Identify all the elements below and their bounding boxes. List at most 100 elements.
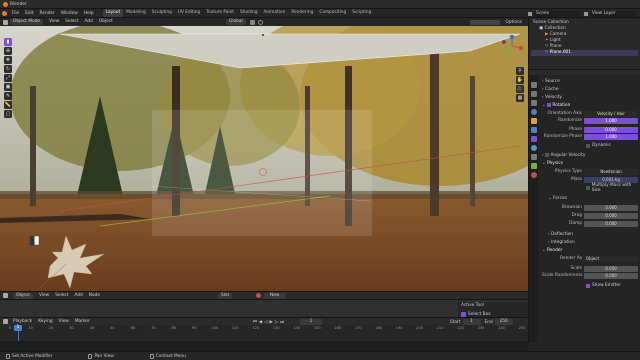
node-menu-add[interactable]: Add [71, 292, 85, 300]
editor-type-icon[interactable] [3, 19, 8, 25]
tab-scripting[interactable]: Scripting [349, 9, 374, 17]
rotate-tool-icon[interactable]: ↻ [4, 65, 12, 73]
viewport-menu-select[interactable]: Select [62, 18, 81, 26]
tab-sculpting[interactable]: Sculpting [149, 9, 175, 17]
select-box-icon[interactable] [461, 311, 466, 317]
outliner-item-plane-001[interactable]: ▽ Plane.001 [531, 50, 638, 56]
node-menu-view[interactable]: View [36, 292, 52, 300]
timeline-editor-icon[interactable] [3, 319, 8, 324]
object-tab-icon[interactable] [530, 118, 537, 124]
orientation-axis-dropdown[interactable]: Velocity / Hair [584, 111, 638, 117]
section-forces[interactable]: ⌄ Forces [542, 195, 638, 203]
node-menu-select[interactable]: Select [52, 292, 71, 300]
section-render[interactable]: ⌄ Render [542, 247, 638, 255]
zoom-icon[interactable]: ⚲ [516, 67, 524, 75]
section-source[interactable]: › Source [542, 78, 638, 86]
node-editor-type-icon[interactable] [3, 293, 8, 298]
section-integration[interactable]: › Integration [542, 239, 638, 247]
view-layer-selector[interactable]: View Layer [590, 10, 636, 17]
render-as-dropdown[interactable]: Object [584, 256, 638, 262]
node-menu-node[interactable]: Node [86, 292, 103, 300]
randomize-field[interactable]: 1.000 [584, 118, 638, 124]
pan-hand-icon[interactable]: ✋ [516, 76, 524, 84]
tab-layout[interactable]: Layout [102, 9, 124, 17]
tab-modeling[interactable]: Modeling [123, 9, 149, 17]
node-editor-canvas[interactable]: Active Tool Select Box [0, 300, 528, 326]
3d-viewport[interactable]: ▮ ⊕ ✥ ↻ ⤢ ▣ ✎ 📏 ▢ ⚲ ✋ 🎥 ▦ [0, 26, 528, 291]
scale-field[interactable]: 0.050 [584, 266, 638, 272]
viewport-shading-icons[interactable] [470, 19, 500, 25]
tab-animation[interactable]: Animation [260, 9, 288, 17]
tab-rendering[interactable]: Rendering [288, 9, 316, 17]
tab-uv-editing[interactable]: UV Editing [175, 9, 203, 17]
annotate-tool-icon[interactable]: ✎ [4, 92, 12, 100]
viewport-menu-view[interactable]: View [46, 18, 62, 26]
physics-type-dropdown[interactable]: Newtonian [584, 169, 638, 175]
particles-tab-icon[interactable] [530, 136, 537, 142]
physics-tab-icon[interactable] [530, 145, 537, 151]
output-tab-icon[interactable] [530, 91, 537, 97]
play-reverse-icon[interactable]: ◁ [264, 320, 267, 325]
render-tab-icon[interactable] [530, 82, 537, 88]
blender-menu-icon[interactable] [2, 10, 7, 16]
next-key-icon[interactable]: ▷ [275, 320, 278, 325]
material-tab-icon[interactable] [530, 172, 537, 178]
phase-field[interactable]: 0.000 [584, 127, 638, 133]
data-tab-icon[interactable] [530, 163, 537, 169]
section-velocity[interactable]: › Velocity [542, 94, 638, 102]
dynamic-checkbox[interactable] [586, 143, 590, 148]
checkbox-rotation[interactable] [546, 102, 551, 107]
cursor-tool-icon[interactable]: ⊕ [4, 47, 12, 55]
prev-key-icon[interactable]: ◀ [259, 320, 262, 325]
checkbox-angular-velocity[interactable] [545, 152, 550, 157]
add-cube-tool-icon[interactable]: ▢ [4, 110, 12, 118]
brownian-field[interactable]: 0.000 [584, 205, 638, 211]
tab-compositing[interactable]: Compositing [316, 9, 349, 17]
section-deflection[interactable]: › Deflection [542, 231, 638, 239]
scale-randomness-field[interactable]: 0.000 [584, 273, 638, 279]
tab-texture-paint[interactable]: Texture Paint [203, 9, 237, 17]
constraints-tab-icon[interactable] [530, 154, 537, 160]
move-tool-icon[interactable]: ✥ [4, 56, 12, 64]
menu-help[interactable]: Help [81, 9, 97, 18]
show-emitter-checkbox[interactable] [586, 283, 590, 288]
drag-field[interactable]: 0.000 [584, 213, 638, 219]
viewport-menu-add[interactable]: Add [82, 18, 96, 26]
tab-shading[interactable]: Shading [237, 9, 260, 17]
viewport-menu-object[interactable]: Object [96, 18, 116, 26]
scene-tab-icon[interactable] [530, 100, 537, 106]
perspective-grid-icon[interactable]: ▦ [516, 94, 524, 102]
damp-field[interactable]: 0.000 [584, 221, 638, 227]
modifier-tab-icon[interactable] [530, 127, 537, 133]
play-icon[interactable]: ▶ [270, 320, 273, 325]
jump-start-icon[interactable]: ⏮ [253, 320, 257, 325]
randomize-phase-field[interactable]: 1.000 [584, 134, 638, 140]
menu-edit[interactable]: Edit [22, 9, 36, 18]
select-box-tool-icon[interactable]: ▮ [4, 38, 12, 46]
menu-window[interactable]: Window [58, 9, 81, 18]
menu-file[interactable]: File [9, 9, 22, 18]
menu-render[interactable]: Render [37, 9, 58, 18]
new-material-button[interactable]: New [264, 292, 286, 299]
section-angular-velocity[interactable]: › Angular Velocity [542, 152, 638, 160]
node-tree-type-dropdown[interactable]: Object [13, 292, 33, 299]
proportional-edit-icon[interactable] [258, 19, 263, 25]
section-physics[interactable]: ⌄ Physics [542, 160, 638, 168]
transform-tool-icon[interactable]: ▣ [4, 83, 12, 91]
scale-tool-icon[interactable]: ⤢ [4, 74, 12, 82]
section-cache[interactable]: › Cache [542, 86, 638, 94]
snap-icon[interactable] [250, 19, 255, 25]
world-tab-icon[interactable] [530, 109, 537, 115]
options-dropdown[interactable]: Options [503, 20, 524, 25]
scene-selector[interactable]: Scene [534, 10, 580, 17]
jump-end-icon[interactable]: ⏭ [280, 320, 284, 325]
multiply-mass-checkbox[interactable] [586, 185, 590, 190]
section-rotation[interactable]: ⌄ Rotation [542, 102, 638, 110]
camera-view-icon[interactable]: 🎥 [516, 85, 524, 93]
slot-dropdown[interactable]: Slot [218, 292, 233, 299]
transform-orientation-selector[interactable]: Global [226, 19, 246, 25]
navigation-gizmo[interactable] [500, 34, 524, 58]
timeline-ruler[interactable]: 0 10 20 30 40 50 60 70 80 90 100 110 120 130 140 150 160… [0, 325, 528, 341]
mode-selector[interactable]: Object Mode [10, 19, 44, 25]
measure-tool-icon[interactable]: 📏 [4, 101, 12, 109]
